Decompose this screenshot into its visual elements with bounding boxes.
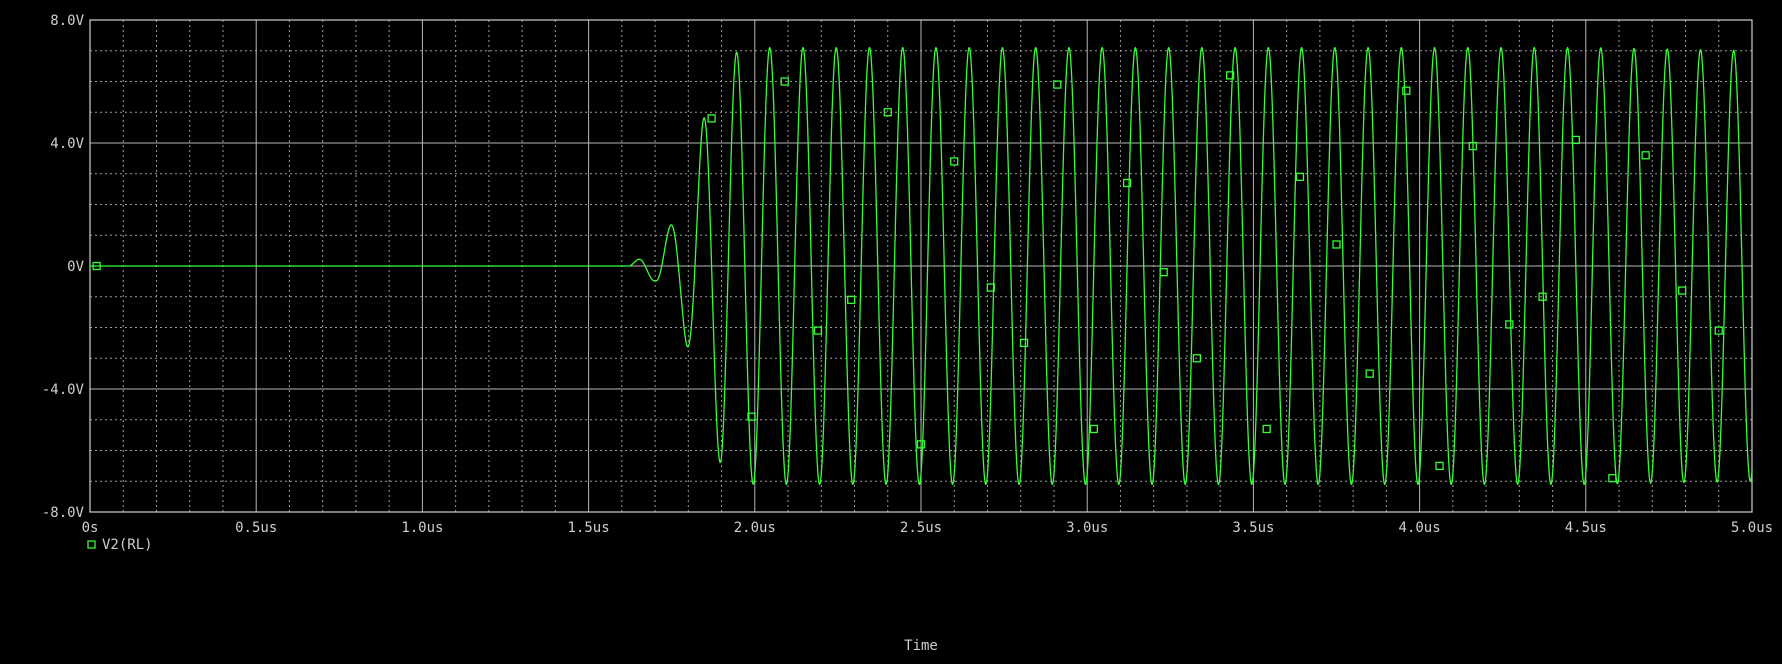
x-tick-label: 3.5us — [1232, 520, 1274, 536]
y-tick-label: 8.0V — [50, 13, 84, 29]
x-axis-label: Time — [904, 638, 938, 654]
x-tick-label: 5.0us — [1731, 520, 1773, 536]
legend-label-v2-rl[interactable]: V2(RL) — [102, 537, 153, 553]
x-tick-label: 3.0us — [1066, 520, 1108, 536]
plot-window: 0s 0.5us 1.0us 1.5us 2.0us 2.5us 3.0us 3.5us 4.0… — [0, 0, 1782, 660]
x-tick-label: 4.5us — [1565, 520, 1607, 536]
y-tick-label: -4.0V — [42, 382, 85, 398]
x-tick-label: 4.0us — [1399, 520, 1441, 536]
x-tick-label: 0s — [82, 520, 99, 536]
x-tick-label: 0.5us — [235, 520, 277, 536]
x-tick-label: 1.0us — [401, 520, 443, 536]
chart-background — [0, 0, 1782, 660]
y-tick-label: 0V — [67, 259, 84, 275]
x-tick-label: 2.0us — [734, 520, 776, 536]
x-tick-label: 1.5us — [568, 520, 610, 536]
y-tick-label: 4.0V — [50, 136, 84, 152]
x-tick-label: 2.5us — [900, 520, 942, 536]
y-tick-label: -8.0V — [42, 505, 85, 521]
line-chart: 0s 0.5us 1.0us 1.5us 2.0us 2.5us 3.0us 3.5us 4.0… — [0, 0, 1782, 660]
